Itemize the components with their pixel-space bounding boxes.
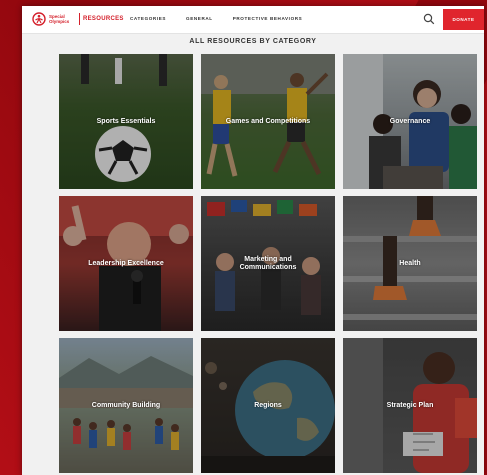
tile-label: Leadership Excellence xyxy=(88,259,164,267)
category-tile-marketing-and-communications[interactable]: Marketing and Communications xyxy=(201,196,335,331)
logo-mark-icon xyxy=(32,12,46,26)
logo-divider xyxy=(79,13,80,25)
browser-page: Special Olympics RESOURCES CATEGORIES GE… xyxy=(22,6,484,475)
category-tile-sports-essentials[interactable]: Sports Essentials xyxy=(59,54,193,189)
page-title: ALL RESOURCES BY CATEGORY xyxy=(189,38,317,45)
resources-link[interactable]: RESOURCES xyxy=(83,16,124,22)
special-olympics-logo[interactable]: Special Olympics RESOURCES xyxy=(32,12,124,26)
nav-item-general[interactable]: GENERAL xyxy=(186,16,213,21)
tile-label: Marketing and Communications xyxy=(239,255,297,271)
tile-label: Health xyxy=(399,259,421,267)
donate-button[interactable]: DONATE xyxy=(443,9,484,30)
nav-item-categories[interactable]: CATEGORIES xyxy=(130,16,166,21)
category-tile-strategic-plan[interactable]: Strategic Plan xyxy=(343,338,477,473)
logo-text: Special Olympics xyxy=(49,14,70,24)
category-tile-regions[interactable]: Regions xyxy=(201,338,335,473)
category-tile-games-and-competitions[interactable]: Games and Competitions xyxy=(201,54,335,189)
category-tile-community-building[interactable]: Community Building xyxy=(59,338,193,473)
nav-item-protective-behaviors[interactable]: PROTECTIVE BEHAVIORS xyxy=(233,16,303,21)
tile-label: Sports Essentials xyxy=(96,117,156,125)
category-tile-health[interactable]: Health xyxy=(343,196,477,331)
tile-label: Strategic Plan xyxy=(386,401,434,409)
site-header: Special Olympics RESOURCES CATEGORIES GE… xyxy=(22,6,484,34)
tile-label: Community Building xyxy=(91,401,161,409)
search-icon[interactable] xyxy=(422,12,436,26)
category-tile-leadership-excellence[interactable]: Leadership Excellence xyxy=(59,196,193,331)
tile-label: Governance xyxy=(389,117,431,125)
main-nav: CATEGORIES GENERAL PROTECTIVE BEHAVIORS xyxy=(130,16,322,21)
tile-label: Games and Competitions xyxy=(225,117,311,125)
category-tile-governance[interactable]: Governance xyxy=(343,54,477,189)
tile-label: Regions xyxy=(254,401,282,409)
